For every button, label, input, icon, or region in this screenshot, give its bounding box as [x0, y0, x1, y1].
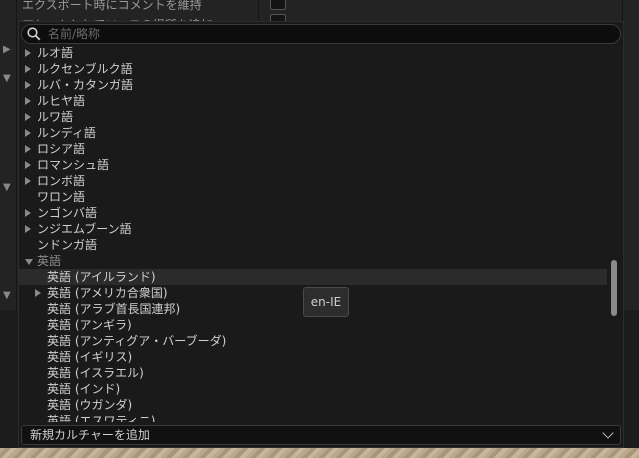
- expand-arrow-icon[interactable]: [25, 161, 31, 169]
- culture-item-label: ルバ・カタンガ語: [37, 78, 134, 92]
- chevron-down-icon: [602, 427, 614, 439]
- culture-item-label: 英語 (アイルランド): [47, 270, 156, 284]
- expand-arrow-icon[interactable]: [25, 97, 31, 105]
- culture-item[interactable]: ロンボ語: [19, 173, 607, 189]
- culture-item-label: 英語 (アラブ首長国連邦): [47, 302, 181, 316]
- search-icon: [27, 27, 41, 41]
- culture-item-label: 英語 (アンティグア・バーブーダ): [47, 334, 227, 348]
- culture-item-label: ルンディ語: [37, 126, 96, 140]
- culture-item[interactable]: 英語 (イギリス): [19, 349, 607, 365]
- panel-divider: [16, 0, 17, 310]
- expand-arrow-icon[interactable]: [35, 289, 41, 297]
- culture-item[interactable]: 英語 (アンティグア・バーブーダ): [19, 333, 607, 349]
- culture-item[interactable]: ロシア語: [19, 141, 607, 157]
- culture-item-label: ロシア語: [37, 142, 86, 156]
- culture-picker-popup: ルオ語ルクセンブルク語ルバ・カタンガ語ルヒヤ語ルワ語ルンディ語ロシア語ロマンシュ…: [18, 21, 624, 448]
- culture-item[interactable]: ルバ・カタンガ語: [19, 77, 607, 93]
- culture-item[interactable]: 英語 (アンギラ): [19, 317, 607, 333]
- collapse-arrow-icon[interactable]: ▼: [3, 290, 11, 301]
- culture-code-tooltip: en-IE: [303, 287, 349, 317]
- culture-item-label: ロンボ語: [37, 174, 86, 188]
- culture-item-label: 英語: [37, 254, 62, 268]
- culture-item[interactable]: ロマンシュ語: [19, 157, 607, 173]
- culture-item-label: ルワ語: [37, 110, 74, 124]
- culture-item[interactable]: ルクセンブルク語: [19, 61, 607, 77]
- expand-arrow-icon[interactable]: [25, 65, 31, 73]
- culture-item-label: ルオ語: [37, 46, 74, 60]
- add-culture-label: 新規カルチャーを追加: [30, 428, 150, 442]
- culture-item-label: ルクセンブルク語: [37, 62, 133, 76]
- culture-item-label: ンジエムブーン語: [37, 222, 132, 236]
- culture-group-header[interactable]: 英語: [19, 253, 607, 269]
- culture-item[interactable]: ルオ語: [19, 45, 607, 61]
- collapse-arrow-icon[interactable]: [25, 259, 33, 265]
- expand-arrow-icon[interactable]: [25, 81, 31, 89]
- culture-item[interactable]: ンジエムブーン語: [19, 221, 607, 237]
- expand-arrow-icon[interactable]: [25, 145, 31, 153]
- checkbox[interactable]: [270, 0, 286, 10]
- expand-arrow-icon[interactable]: [25, 225, 31, 233]
- expand-arrow-icon[interactable]: [25, 209, 31, 217]
- expand-arrow-icon[interactable]: [25, 129, 31, 137]
- culture-item-label: ロマンシュ語: [37, 158, 110, 172]
- scrollbar-thumb[interactable]: [611, 260, 617, 316]
- culture-item-label: ワロン語: [37, 190, 86, 204]
- culture-item[interactable]: ルワ語: [19, 109, 607, 125]
- culture-item-label: 英語 (アンギラ): [47, 318, 132, 332]
- culture-item-label: 英語 (エスワティニ): [47, 414, 156, 422]
- expand-arrow-icon[interactable]: ▶: [3, 44, 11, 55]
- culture-item[interactable]: 英語 (アイルランド): [19, 269, 607, 285]
- expand-arrow-icon[interactable]: [25, 177, 31, 185]
- culture-item-label: 英語 (アメリカ合衆国): [47, 286, 168, 300]
- culture-item-label: ンドンガ語: [37, 238, 98, 252]
- culture-item[interactable]: 英語 (ウガンダ): [19, 397, 607, 413]
- culture-item-label: 英語 (イスラエル): [47, 366, 144, 380]
- culture-item[interactable]: ンゴンバ語: [19, 205, 607, 221]
- culture-item-label: ルヒヤ語: [37, 94, 86, 108]
- culture-item[interactable]: ワロン語: [19, 189, 607, 205]
- culture-item-label: 英語 (インド): [47, 382, 121, 396]
- culture-item[interactable]: ルヒヤ語: [19, 93, 607, 109]
- culture-item-label: ンゴンバ語: [37, 206, 98, 220]
- expand-arrow-icon[interactable]: [25, 49, 31, 57]
- culture-item[interactable]: 英語 (インド): [19, 381, 607, 397]
- culture-item[interactable]: 英語 (エスワティニ): [19, 413, 607, 422]
- culture-list[interactable]: ルオ語ルクセンブルク語 ルバ・カタンガ語 ルヒヤ語ルワ語ルンディ語ロシア語ロマンシュ…: [19, 45, 623, 422]
- search-box[interactable]: [21, 24, 621, 44]
- culture-item[interactable]: ルンディ語: [19, 125, 607, 141]
- collapse-arrow-icon[interactable]: ▼: [3, 182, 11, 193]
- culture-item[interactable]: 英語 (イスラエル): [19, 365, 607, 381]
- background-texture: [0, 448, 639, 458]
- culture-item-label: 英語 (ウガンダ): [47, 398, 133, 412]
- collapse-arrow-icon[interactable]: ▼: [3, 73, 11, 84]
- culture-item[interactable]: ンドンガ語: [19, 237, 607, 253]
- add-culture-dropdown[interactable]: 新規カルチャーを追加: [21, 425, 621, 445]
- search-input[interactable]: [48, 25, 608, 43]
- expand-arrow-icon[interactable]: [25, 113, 31, 121]
- culture-item-label: 英語 (イギリス): [47, 350, 133, 364]
